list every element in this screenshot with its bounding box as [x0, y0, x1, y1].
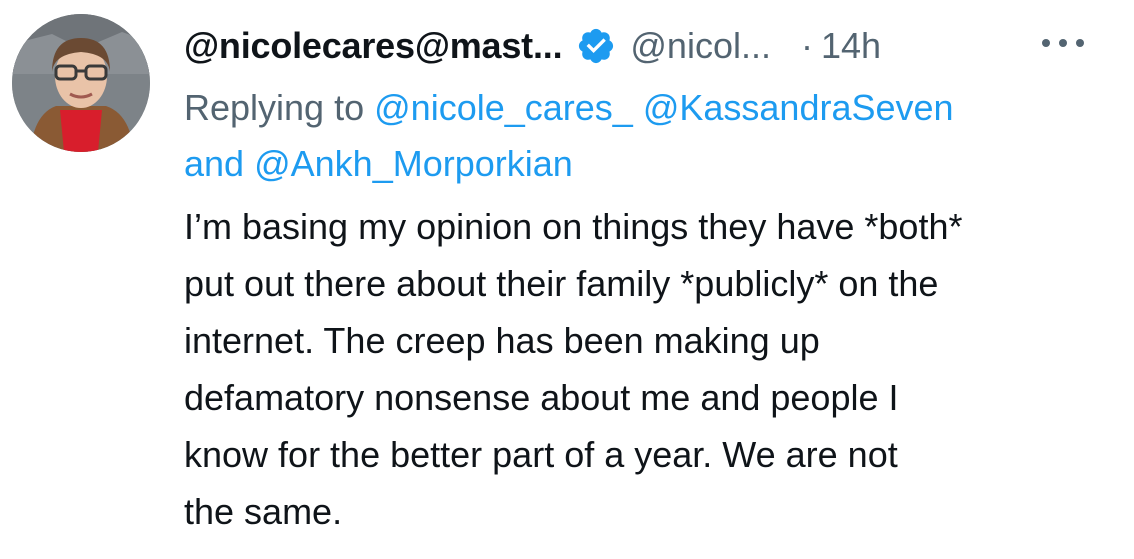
dot-2 [1059, 39, 1067, 47]
dot-3 [1076, 39, 1084, 47]
display-name[interactable]: @nicolecares@mast... [184, 25, 563, 67]
conjunction-and[interactable]: and [184, 143, 244, 184]
tweet: @nicolecares@mast... @nicol... · 14h Rep… [0, 0, 1134, 559]
separator-dot: · [800, 25, 813, 66]
replying-to-label: Replying to [184, 87, 365, 128]
avatar-image [12, 14, 150, 152]
avatar[interactable] [12, 14, 150, 152]
replying-to: Replying to @nicole_cares_ @KassandraSev… [184, 80, 1084, 192]
mention-nicole-cares[interactable]: @nicole_cares_ [374, 87, 633, 128]
tweet-body-line: internet. The creep has been making up [184, 320, 820, 361]
tweet-body: I’m basing my opinion on things they hav… [184, 198, 1104, 540]
mention-ankh-morporkian[interactable]: @Ankh_Morporkian [254, 143, 573, 184]
verified-badge-icon [576, 26, 616, 66]
mention-kassandraseven[interactable]: @KassandraSeven [643, 87, 954, 128]
timestamp[interactable]: 14h [821, 25, 881, 67]
tweet-body-line: defamatory nonsense about me and people … [184, 377, 899, 418]
tweet-body-line: I’m basing my opinion on things they hav… [184, 206, 963, 247]
tweet-body-line: put out there about their family *public… [184, 263, 939, 304]
tweet-body-line: the same. [184, 491, 343, 532]
more-options-icon[interactable] [1042, 36, 1084, 50]
tweet-body-line: know for the better part of a year. We a… [184, 434, 898, 475]
tweet-header: @nicolecares@mast... @nicol... · 14h [184, 20, 1084, 72]
handle[interactable]: @nicol... [630, 25, 771, 67]
dot-1 [1042, 39, 1050, 47]
